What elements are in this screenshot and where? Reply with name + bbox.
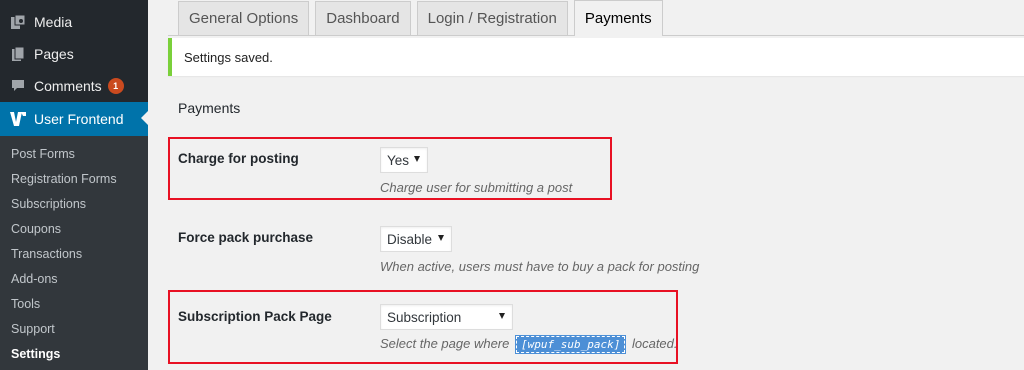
charge-description: Charge user for submitting a post bbox=[380, 180, 573, 195]
pages-icon bbox=[8, 46, 28, 62]
chevron-down-icon bbox=[414, 156, 420, 162]
tab-dashboard[interactable]: Dashboard bbox=[315, 1, 411, 35]
menu-pages-label: Pages bbox=[34, 46, 74, 62]
settings-tabs: General Options Dashboard Login / Regist… bbox=[178, 0, 669, 36]
submenu-post-forms[interactable]: Post Forms bbox=[0, 142, 148, 167]
subpage-desc-before: Select the page where bbox=[380, 336, 510, 351]
submenu-registration-forms[interactable]: Registration Forms bbox=[0, 167, 148, 192]
shortcode-highlight: [wpuf_sub_pack] bbox=[514, 335, 627, 354]
subpage-select[interactable]: Subscription bbox=[380, 304, 513, 330]
menu-media-label: Media bbox=[34, 14, 73, 30]
subpage-select-value: Subscription bbox=[387, 309, 462, 325]
force-description: When active, users must have to buy a pa… bbox=[380, 259, 700, 274]
tab-payments[interactable]: Payments bbox=[573, 0, 663, 36]
charge-select[interactable]: Yes bbox=[380, 147, 428, 173]
chevron-down-icon bbox=[438, 235, 444, 241]
submenu-add-ons[interactable]: Add-ons bbox=[0, 266, 148, 291]
force-label: Force pack purchase bbox=[178, 230, 314, 245]
notice-text: Settings saved. bbox=[184, 49, 273, 65]
subpage-description: Select the page where [wpuf_sub_pack] lo… bbox=[380, 335, 678, 354]
submenu-support[interactable]: Support bbox=[0, 316, 148, 341]
menu-comments-label: Comments bbox=[34, 78, 102, 94]
submenu-transactions[interactable]: Transactions bbox=[0, 242, 148, 267]
submenu-coupons[interactable]: Coupons bbox=[0, 217, 148, 242]
menu-user-frontend[interactable]: User Frontend bbox=[0, 102, 148, 136]
submenu-tools[interactable]: Tools bbox=[0, 291, 148, 316]
force-select-value: Disable bbox=[387, 231, 433, 247]
subpage-desc-after: located. bbox=[631, 336, 678, 351]
section-title: Payments bbox=[178, 100, 241, 116]
comments-icon bbox=[8, 78, 28, 94]
subpage-label: Subscription Pack Page bbox=[178, 309, 332, 324]
main-content: General Options Dashboard Login / Regist… bbox=[148, 0, 1024, 366]
menu-pages[interactable]: Pages bbox=[0, 38, 148, 70]
admin-sidebar: Media Pages Comments 1 User Frontend Pos… bbox=[0, 0, 148, 370]
menu-media[interactable]: Media bbox=[0, 6, 148, 38]
chevron-down-icon bbox=[499, 313, 505, 319]
user-frontend-submenu: Post Forms Registration Forms Subscripti… bbox=[0, 136, 148, 370]
settings-saved-notice: Settings saved. bbox=[168, 38, 1024, 76]
menu-user-frontend-label: User Frontend bbox=[34, 111, 124, 127]
tab-general-options[interactable]: General Options bbox=[178, 1, 310, 35]
submenu-subscriptions[interactable]: Subscriptions bbox=[0, 192, 148, 217]
wpuf-icon bbox=[8, 110, 28, 128]
menu-comments[interactable]: Comments 1 bbox=[0, 70, 148, 102]
media-icon bbox=[8, 14, 28, 30]
charge-label: Charge for posting bbox=[178, 151, 299, 166]
tab-login-registration[interactable]: Login / Registration bbox=[416, 1, 568, 35]
comments-count-badge: 1 bbox=[107, 78, 124, 94]
force-select[interactable]: Disable bbox=[380, 226, 452, 252]
submenu-settings[interactable]: Settings bbox=[0, 341, 148, 366]
charge-select-value: Yes bbox=[387, 152, 410, 168]
